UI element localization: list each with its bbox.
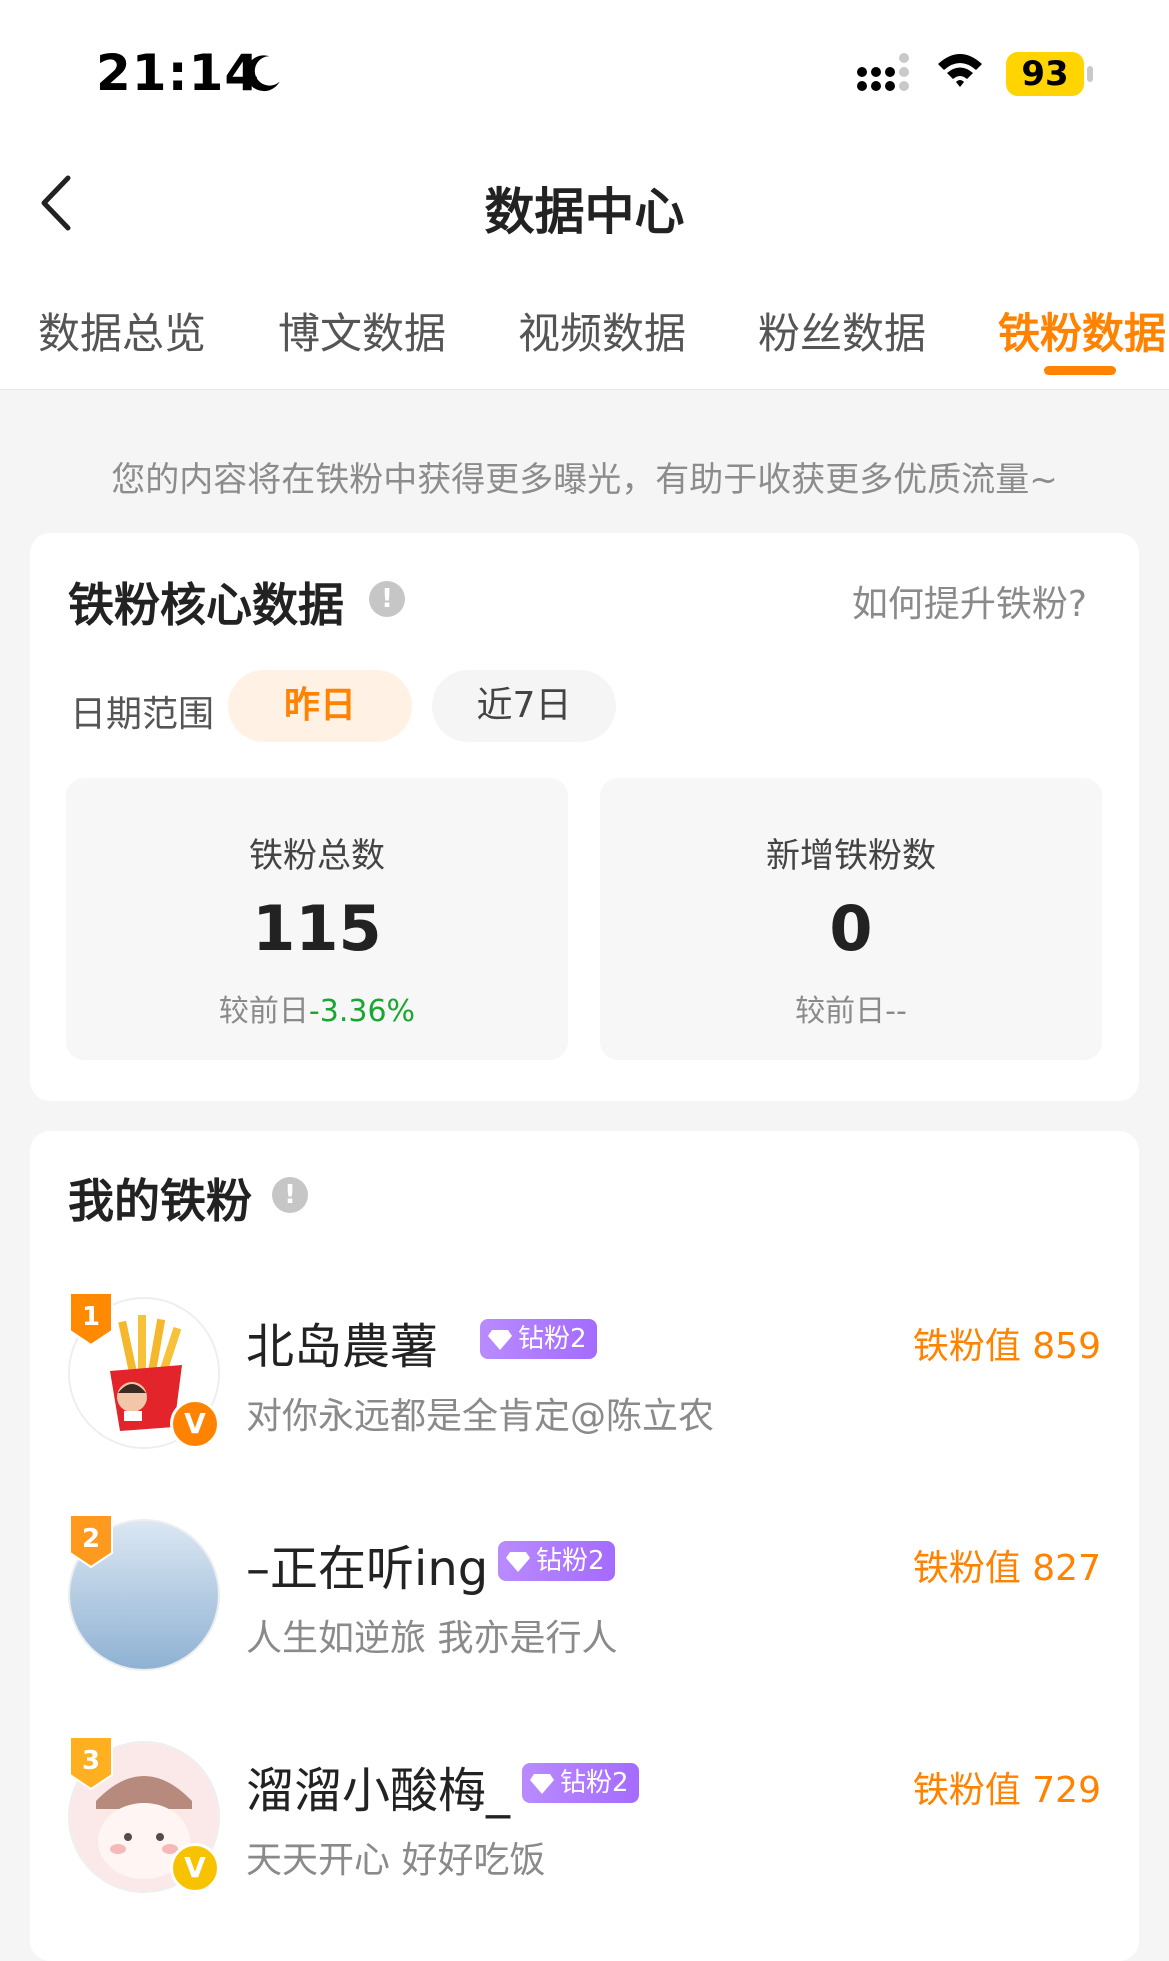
date-range-label: 日期范围 <box>70 694 215 735</box>
stat-total-iron-fans: 铁粉总数 115 较前日-3.36% <box>66 778 568 1060</box>
battery-level: 93 <box>1021 54 1069 94</box>
verified-v-icon: V <box>170 1843 220 1893</box>
battery-cap <box>1087 66 1093 82</box>
diamond-icon <box>530 1774 554 1794</box>
stat-compare: 较前日-- <box>600 986 1102 1030</box>
info-icon[interactable]: ! <box>272 1177 308 1213</box>
cellular-signal-icon <box>857 53 909 91</box>
fan-list-item[interactable]: 2 –正在听ing 钻粉2 人生如逆旅 我亦是行人 铁粉值 827 <box>30 1514 1139 1689</box>
iron-fan-score: 铁粉值 859 <box>912 1326 1101 1367</box>
diamond-fan-tag: 钻粉2 <box>522 1763 639 1803</box>
wifi-icon <box>938 54 982 87</box>
how-to-improve-link[interactable]: 如何提升铁粉? <box>852 575 1087 627</box>
fan-description: 人生如逆旅 我亦是行人 <box>246 1618 618 1659</box>
diamond-icon <box>488 1330 512 1350</box>
tab-bar: 数据总览 博文数据 视频数据 粉丝数据 铁粉数据 <box>0 300 1169 360</box>
fan-name[interactable]: 北岛農薯 <box>246 1307 438 1377</box>
compare-prefix: 较前日 <box>795 994 886 1029</box>
rank-badge: 3 <box>69 1736 113 1791</box>
tab-video-data[interactable]: 视频数据 <box>518 300 686 361</box>
tab-post-data[interactable]: 博文数据 <box>278 300 446 361</box>
status-time: 21:14 <box>96 44 261 102</box>
info-icon[interactable]: ! <box>369 581 405 617</box>
page-title: 数据中心 <box>484 183 685 241</box>
fan-name[interactable]: –正在听ing <box>246 1529 488 1599</box>
core-data-card: 铁粉核心数据 ! 如何提升铁粉? 日期范围 昨日 近7日 铁粉总数 115 较前… <box>30 533 1139 1101</box>
iron-fan-score: 铁粉值 827 <box>912 1548 1101 1589</box>
header-area: 21:14 93 数据中心 数据总览 博文数据 视频数据 粉丝数据 铁粉数据 <box>0 0 1169 390</box>
battery-indicator: 93 <box>1006 52 1094 96</box>
stat-value: 115 <box>252 892 382 965</box>
stat-label: 铁粉总数 <box>249 836 385 876</box>
rank-badge: 1 <box>69 1292 113 1347</box>
tab-fans-data[interactable]: 粉丝数据 <box>758 300 926 361</box>
verified-v-icon: V <box>170 1399 220 1449</box>
diamond-fan-tag: 钻粉2 <box>498 1541 615 1581</box>
tab-iron-fans-data[interactable]: 铁粉数据 <box>998 300 1166 361</box>
tag-label: 钻粉2 <box>536 1546 605 1576</box>
rank-badge: 2 <box>69 1514 113 1569</box>
active-tab-indicator <box>1044 366 1116 375</box>
fan-name[interactable]: 溜溜小酸梅_ <box>246 1751 510 1821</box>
fan-list-item[interactable]: 3 V 溜溜小酸梅_ 钻粉2 天天开心 好好吃饭 铁粉值 729 <box>30 1736 1139 1911</box>
compare-prefix: 较前日 <box>218 994 309 1029</box>
stat-label: 新增铁粉数 <box>766 836 936 876</box>
rank-number: 2 <box>82 1524 100 1554</box>
stat-new-iron-fans: 新增铁粉数 0 较前日-- <box>600 778 1102 1060</box>
tag-label: 钻粉2 <box>560 1768 629 1798</box>
diamond-fan-tag: 钻粉2 <box>480 1319 597 1359</box>
header-divider <box>0 389 1169 390</box>
exposure-notice: 您的内容将在铁粉中获得更多曝光，有助于收获更多优质流量~ <box>111 460 1058 500</box>
fan-list-item[interactable]: 1 V 北岛農薯 钻粉2 对你永远都是全肯定@陈立农 铁粉值 859 <box>30 1292 1139 1467</box>
core-data-title: 铁粉核心数据 <box>68 578 344 632</box>
date-option-yesterday[interactable]: 昨日 <box>228 670 412 742</box>
stat-compare: 较前日-3.36% <box>66 986 568 1030</box>
compare-value: -3.36% <box>308 994 416 1029</box>
moon-icon <box>246 55 280 92</box>
my-iron-fans-title: 我的铁粉 <box>68 1174 252 1228</box>
compare-value: -- <box>885 994 907 1029</box>
tab-overview[interactable]: 数据总览 <box>38 300 206 361</box>
stat-value: 0 <box>829 892 873 965</box>
diamond-icon <box>506 1552 530 1572</box>
my-iron-fans-card: 我的铁粉 ! 1 V 北岛農薯 钻粉2 对你永远都是全肯定@陈立农 铁粉值 85… <box>30 1131 1139 1961</box>
date-option-7days[interactable]: 近7日 <box>432 670 616 742</box>
rank-number: 1 <box>82 1302 100 1332</box>
fan-description: 天天开心 好好吃饭 <box>246 1840 546 1881</box>
fan-description: 对你永远都是全肯定@陈立农 <box>246 1396 715 1437</box>
tag-label: 钻粉2 <box>518 1324 587 1354</box>
rank-number: 3 <box>82 1746 100 1776</box>
iron-fan-score: 铁粉值 729 <box>912 1770 1101 1811</box>
